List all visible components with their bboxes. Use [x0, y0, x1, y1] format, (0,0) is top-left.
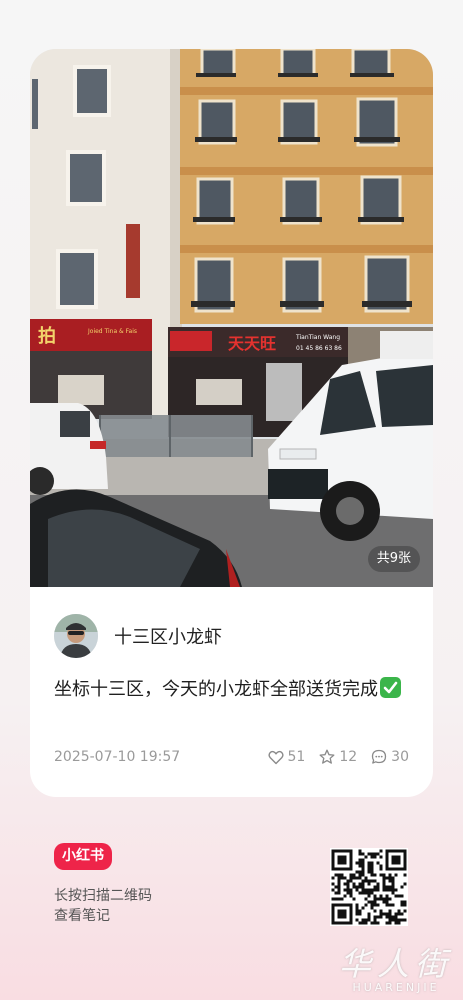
author-row[interactable]: 十三区小龙虾: [54, 613, 222, 659]
main-shop-sign: 天天旺: [228, 334, 276, 353]
qr-hint-line1: 长按扫描二维码: [54, 888, 152, 904]
watermark-latin: HUARENJIE: [352, 981, 440, 994]
street-photo-illustration: 拍 Joied Tina & Fais 天天旺 TianTian Wang 01…: [30, 49, 433, 587]
qr-code[interactable]: [330, 848, 408, 926]
main-shop-sign-phone: 01 45 86 63 86: [296, 345, 342, 352]
qr-code-image: [331, 849, 407, 925]
avatar[interactable]: [54, 614, 98, 658]
comment-count: 30: [391, 749, 409, 765]
check-mark-icon: [380, 677, 401, 698]
qr-hint-line2: 查看笔记: [54, 908, 110, 924]
post-card[interactable]: 拍 Joied Tina & Fais 天天旺 TianTian Wang 01…: [30, 49, 433, 797]
brand-logo: 小红书: [54, 843, 112, 870]
left-shop-sign: 拍: [38, 325, 56, 347]
watermark-chinese: 华人街: [338, 945, 453, 983]
post-body: 坐标十三区，今天的小龙虾全部送货完成: [54, 679, 378, 700]
heart-outline-icon: [267, 750, 284, 764]
watermark: 华人街 HUARENJIE: [339, 939, 453, 994]
like-count: 51: [287, 749, 306, 765]
left-shop-sign-small: Joied Tina & Fais: [87, 328, 137, 335]
post-photo[interactable]: 拍 Joied Tina & Fais 天天旺 TianTian Wang 01…: [30, 49, 433, 587]
post-date: 2025-07-10 19:57: [54, 749, 181, 765]
main-shop-sign-en: TianTian Wang: [295, 334, 340, 341]
like-button[interactable]: 51: [267, 749, 306, 765]
comment-button[interactable]: 30: [371, 749, 409, 765]
avatar-image: [54, 614, 98, 658]
post-text: 坐标十三区，今天的小龙虾全部送货完成: [54, 675, 410, 705]
post-meta: 2025-07-10 19:57 51 12 30: [54, 747, 409, 767]
chat-bubble-icon: [372, 749, 387, 764]
favorite-button[interactable]: 12: [319, 749, 357, 765]
author-name[interactable]: 十三区小龙虾: [114, 623, 222, 649]
favorite-count: 12: [339, 749, 358, 765]
star-outline-icon: [319, 749, 335, 764]
image-count-badge[interactable]: 共9张: [367, 546, 420, 572]
qr-hint: 长按扫描二维码 查看笔记: [54, 886, 152, 926]
